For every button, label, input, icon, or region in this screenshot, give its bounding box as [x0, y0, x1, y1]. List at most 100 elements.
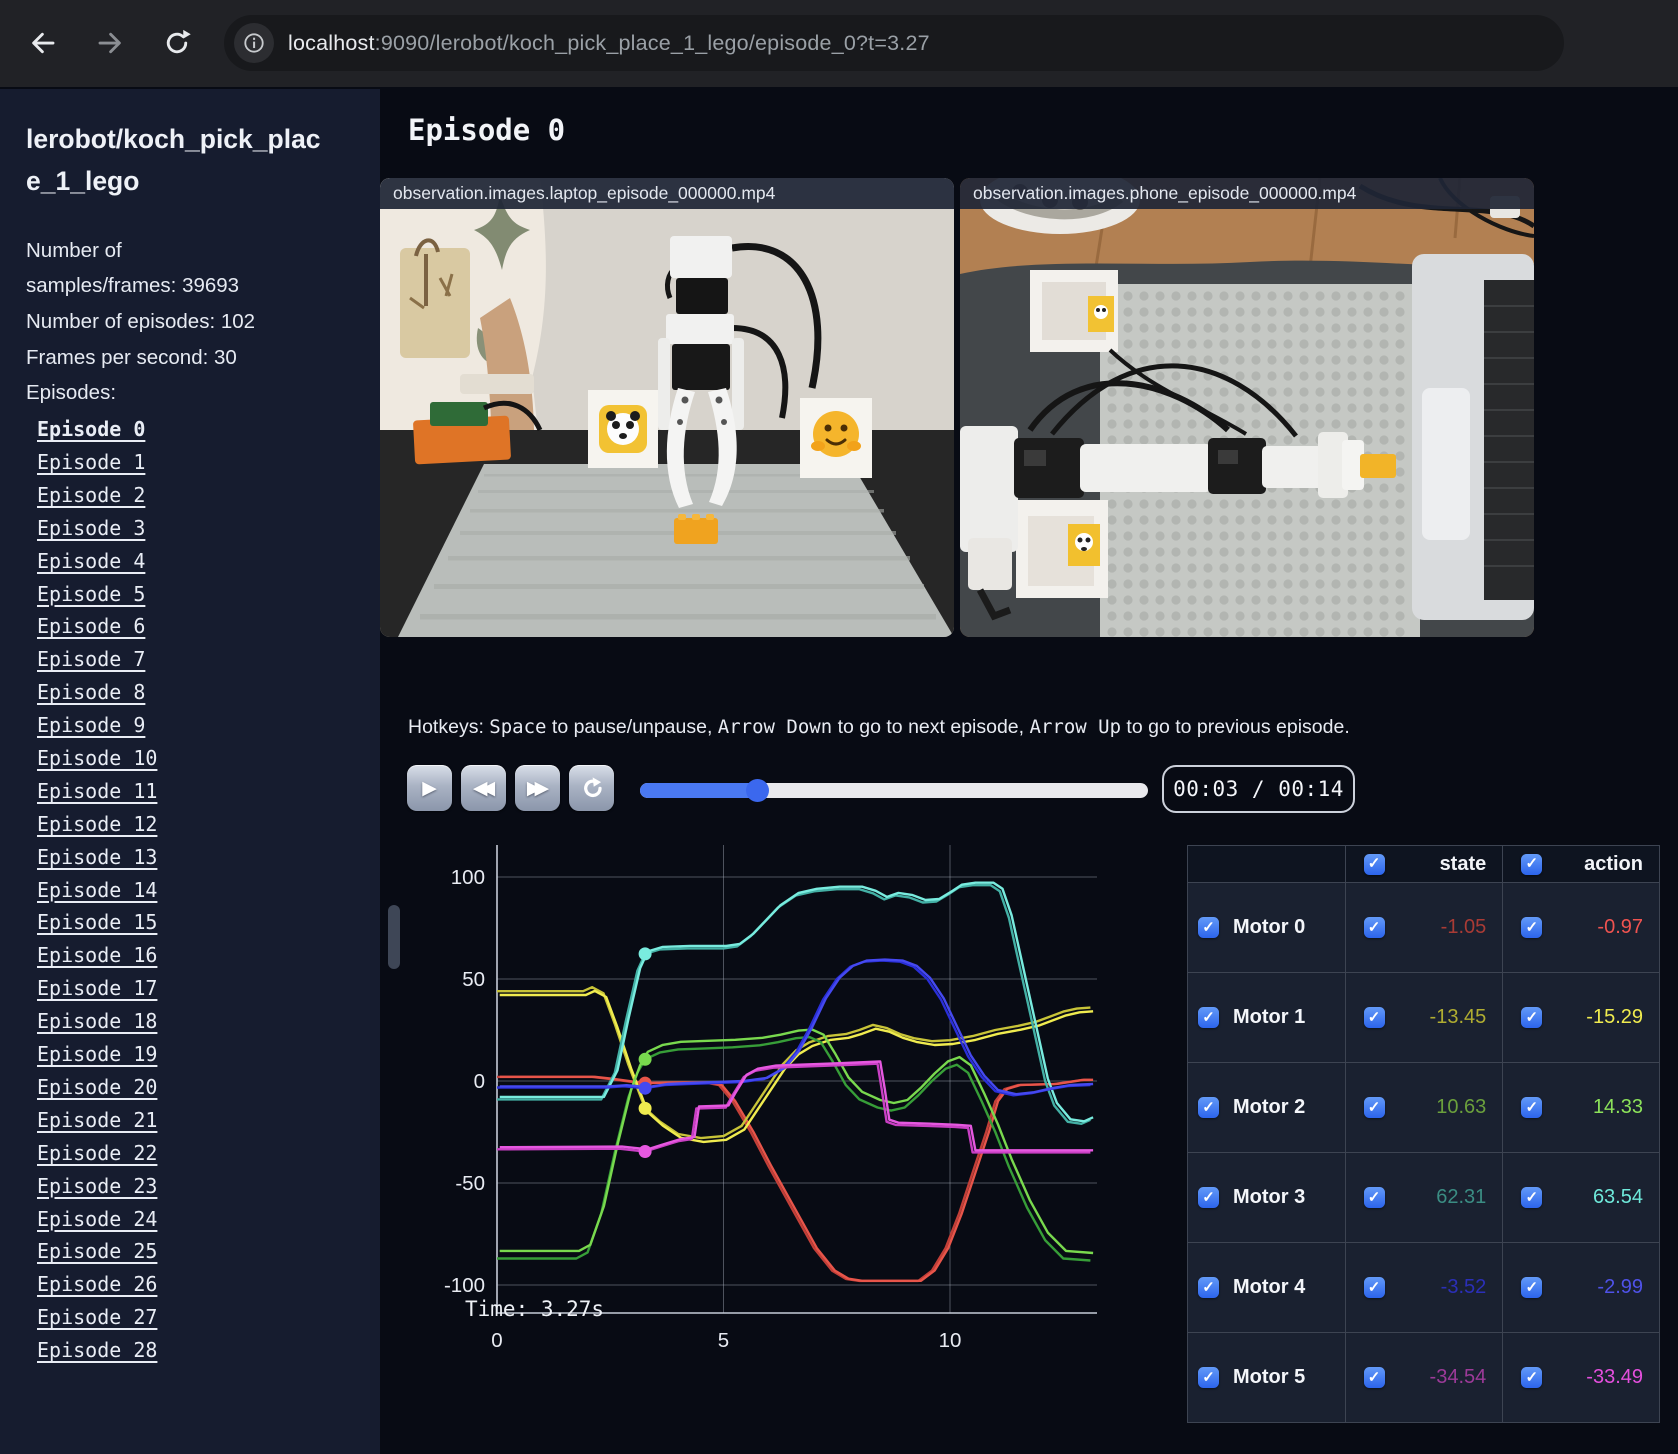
motor-3-checkbox[interactable]	[1198, 1187, 1219, 1208]
episode-link-episode-25[interactable]: Episode 25	[37, 1239, 157, 1263]
dataset-info: Number of samples/frames: 39693 Number of …	[26, 233, 354, 411]
dataset-info-line: samples/frames: 39693	[26, 274, 240, 298]
episode-link-episode-28[interactable]: Episode 28	[37, 1338, 157, 1362]
episode-link-episode-7[interactable]: Episode 7	[37, 647, 145, 671]
episode-list-item: Episode 13	[37, 840, 380, 873]
motor-4-state-checkbox[interactable]	[1363, 1277, 1385, 1298]
episode-link-episode-16[interactable]: Episode 16	[37, 943, 157, 967]
episode-link-episode-12[interactable]: Episode 12	[37, 812, 157, 836]
episode-link-episode-18[interactable]: Episode 18	[37, 1009, 157, 1033]
motor-0-state-checkbox[interactable]	[1363, 917, 1385, 938]
episode-link-episode-1[interactable]: Episode 1	[37, 450, 145, 474]
back-icon[interactable]	[18, 18, 68, 68]
chart-cursor-dot-motor-2	[638, 1052, 652, 1066]
motor-0-checkbox[interactable]	[1198, 917, 1219, 938]
motor-4-checkbox[interactable]	[1198, 1277, 1219, 1298]
episode-link-episode-0[interactable]: Episode 0	[37, 417, 145, 441]
table-row-motor-0: Motor 0 -1.05 -0.97	[1187, 882, 1660, 973]
episode-list-item: Episode 18	[37, 1005, 380, 1038]
episode-link-episode-20[interactable]: Episode 20	[37, 1075, 157, 1099]
motor-label: Motor 1	[1233, 1006, 1306, 1028]
motor-4-state-value: -3.52	[1440, 1276, 1487, 1298]
episode-link-episode-10[interactable]: Episode 10	[37, 746, 157, 770]
video-laptop[interactable]: observation.images.laptop_episode_000000…	[380, 178, 954, 637]
motor-2-checkbox[interactable]	[1198, 1097, 1219, 1118]
motor-table: state action Motor 0 -1.05 -0.97 Motor 1 -13…	[1187, 845, 1660, 1423]
reload-icon[interactable]	[152, 18, 202, 68]
episode-link-episode-13[interactable]: Episode 13	[37, 845, 157, 869]
hotkey-key: Space	[489, 716, 547, 738]
episode-list-item: Episode 28	[37, 1334, 380, 1367]
episode-link-episode-9[interactable]: Episode 9	[37, 713, 145, 737]
motor-0-action-checkbox[interactable]	[1521, 917, 1543, 938]
motor-3-state-checkbox[interactable]	[1363, 1187, 1385, 1208]
episode-link-episode-23[interactable]: Episode 23	[37, 1174, 157, 1198]
episode-list-item: Episode 0	[37, 413, 380, 446]
hotkey-text: to go to previous episode.	[1121, 716, 1350, 738]
motor-5-state-value: -34.54	[1429, 1366, 1487, 1388]
motor-5-checkbox[interactable]	[1198, 1367, 1219, 1388]
episode-list-item: Episode 27	[37, 1301, 380, 1334]
white-box-top	[1030, 270, 1118, 352]
episode-link-episode-26[interactable]: Episode 26	[37, 1272, 157, 1296]
episode-link-episode-17[interactable]: Episode 17	[37, 976, 157, 1000]
episode-link-episode-4[interactable]: Episode 4	[37, 549, 145, 573]
dataset-info-line: Number of	[26, 238, 122, 262]
dataset-title: lerobot/koch_pick_place_1_lego	[26, 124, 321, 196]
page-title: Episode 0	[408, 113, 566, 147]
table-row-motor-2: Motor 2 10.63 14.33	[1187, 1062, 1660, 1153]
state-column-checkbox[interactable]	[1363, 853, 1385, 875]
video-phone[interactable]: observation.images.phone_episode_000000.…	[960, 178, 1534, 637]
current-time-label: Time: 3.27s	[465, 1297, 605, 1321]
motor-2-state-checkbox[interactable]	[1363, 1097, 1385, 1118]
episode-link-episode-5[interactable]: Episode 5	[37, 582, 145, 606]
motor-label: Motor 2	[1233, 1096, 1306, 1118]
motor-label: Motor 0	[1233, 916, 1306, 938]
episode-link-episode-22[interactable]: Episode 22	[37, 1141, 157, 1165]
episode-link-episode-11[interactable]: Episode 11	[37, 779, 157, 803]
url-bar[interactable]: localhost:9090/lerobot/koch_pick_place_1…	[224, 15, 1564, 71]
motor-1-checkbox[interactable]	[1198, 1007, 1219, 1028]
motor-2-action-checkbox[interactable]	[1521, 1097, 1543, 1118]
motor-4-action-checkbox[interactable]	[1521, 1277, 1543, 1298]
episode-link-episode-3[interactable]: Episode 3	[37, 516, 145, 540]
episode-link-episode-27[interactable]: Episode 27	[37, 1305, 157, 1329]
y-tick-label: 100	[451, 866, 485, 889]
table-row-motor-1: Motor 1 -13.45 -15.29	[1187, 972, 1660, 1063]
episode-link-episode-19[interactable]: Episode 19	[37, 1042, 157, 1066]
orange-brick	[674, 514, 718, 544]
episode-list-item: Episode 24	[37, 1202, 380, 1235]
episode-list-item: Episode 2	[37, 478, 380, 511]
table-header-row: state action	[1187, 845, 1660, 883]
episode-link-episode-2[interactable]: Episode 2	[37, 483, 145, 507]
motor-label: Motor 4	[1233, 1276, 1306, 1298]
motor-1-state-value: -13.45	[1429, 1006, 1487, 1028]
motor-1-action-checkbox[interactable]	[1521, 1007, 1543, 1028]
episode-link-episode-21[interactable]: Episode 21	[37, 1108, 157, 1132]
page-root: lerobot/koch_pick_place_1_lego Number of…	[0, 89, 1678, 1454]
motor-0-state-value: -1.05	[1440, 916, 1487, 938]
hotkey-key: Arrow Up	[1029, 716, 1122, 738]
motor-2-action-value: 14.33	[1592, 1096, 1643, 1118]
episode-link-episode-8[interactable]: Episode 8	[37, 680, 145, 704]
motor-1-state-checkbox[interactable]	[1363, 1007, 1385, 1028]
episode-list-item: Episode 3	[37, 511, 380, 544]
site-info-icon[interactable]	[234, 23, 274, 63]
forward-icon[interactable]	[85, 18, 135, 68]
dataset-info-line: Number of episodes: 102	[26, 309, 256, 333]
motor-1-action-value: -15.29	[1586, 1006, 1643, 1028]
episode-link-episode-24[interactable]: Episode 24	[37, 1207, 157, 1231]
sticker-card-panda	[588, 390, 658, 468]
motor-5-action-checkbox[interactable]	[1521, 1367, 1543, 1388]
episode-link-episode-6[interactable]: Episode 6	[37, 614, 145, 638]
table-row-motor-5: Motor 5 -34.54 -33.49	[1187, 1332, 1660, 1423]
motor-label: Motor 3	[1233, 1186, 1306, 1208]
motor-chart[interactable]: 100 50 0 -50 -100 0 5 10	[390, 790, 1105, 1360]
episode-link-episode-15[interactable]: Episode 15	[37, 910, 157, 934]
browser-toolbar: localhost:9090/lerobot/koch_pick_place_1…	[0, 0, 1678, 87]
episode-link-episode-14[interactable]: Episode 14	[37, 878, 157, 902]
motor-3-action-checkbox[interactable]	[1521, 1187, 1543, 1208]
motor-5-state-checkbox[interactable]	[1363, 1367, 1385, 1388]
action-column-checkbox[interactable]	[1521, 853, 1543, 875]
video-title: observation.images.phone_episode_000000.…	[960, 178, 1534, 209]
